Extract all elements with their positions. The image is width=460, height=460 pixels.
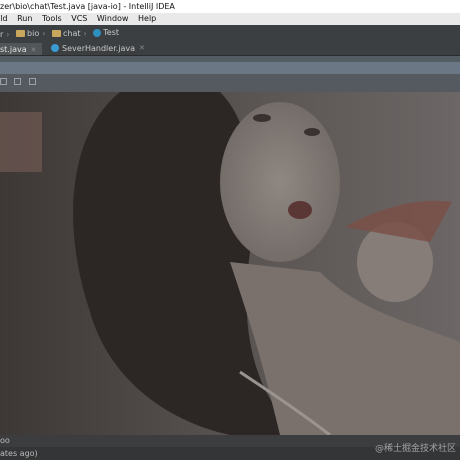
window-title: zer\bio\chat\Test.java [java-io] - Intel… [0,2,175,11]
java-class-icon [51,44,60,52]
breadcrumb-label: bio [27,28,40,38]
folder-icon [16,29,26,37]
watermark: @稀土掘金技术社区 [374,444,456,454]
close-icon[interactable]: ✕ [31,46,37,54]
menu-build[interactable]: ild [0,13,8,25]
grid-icon[interactable] [29,78,36,85]
menu-help[interactable]: Help [138,13,156,25]
tab-severhandler-java[interactable]: SeverHandler.java ✕ [45,40,151,55]
editor-highlight-strip [0,62,460,74]
portrait-image [0,92,460,435]
layout-icon[interactable] [14,78,21,85]
status-message: ates ago) [0,449,38,458]
tab-label: SeverHandler.java [62,43,136,53]
breadcrumb-label: chat [63,28,81,38]
menu-run[interactable]: Run [17,13,32,25]
tool-window-toolbar [0,74,460,92]
menu-tools[interactable]: Tools [42,13,62,25]
tab-test-java[interactable]: st.java ✕ [0,42,43,55]
toolbar-icon[interactable] [0,78,7,85]
close-icon[interactable]: ✕ [139,44,145,52]
menu-vcs[interactable]: VCS [71,13,87,25]
breadcrumb-item-bio[interactable]: bio › [16,26,45,41]
breadcrumb-item-test[interactable]: Test [93,25,119,40]
folder-icon [52,29,61,37]
breadcrumb-label: r [0,29,4,39]
tab-label: st.java [0,45,27,54]
background-photo [0,92,460,435]
breadcrumb-separator: › [83,28,87,38]
breadcrumb-item-chat[interactable]: chat › [52,26,87,41]
breadcrumb: r › bio › chat › Test [0,25,460,40]
menu-window[interactable]: Window [97,13,129,25]
editor-tab-bar: st.java ✕ SeverHandler.java ✕ [0,40,460,56]
status-text: oo [0,436,10,445]
breadcrumb-separator: › [6,29,10,39]
breadcrumb-separator: › [42,28,46,38]
breadcrumb-item-root[interactable]: r › [0,27,10,41]
menu-bar: ild Run Tools VCS Window Help [0,13,460,25]
breadcrumb-label: Test [103,28,120,37]
class-icon [93,28,102,37]
window-title-bar: zer\bio\chat\Test.java [java-io] - Intel… [0,0,460,13]
